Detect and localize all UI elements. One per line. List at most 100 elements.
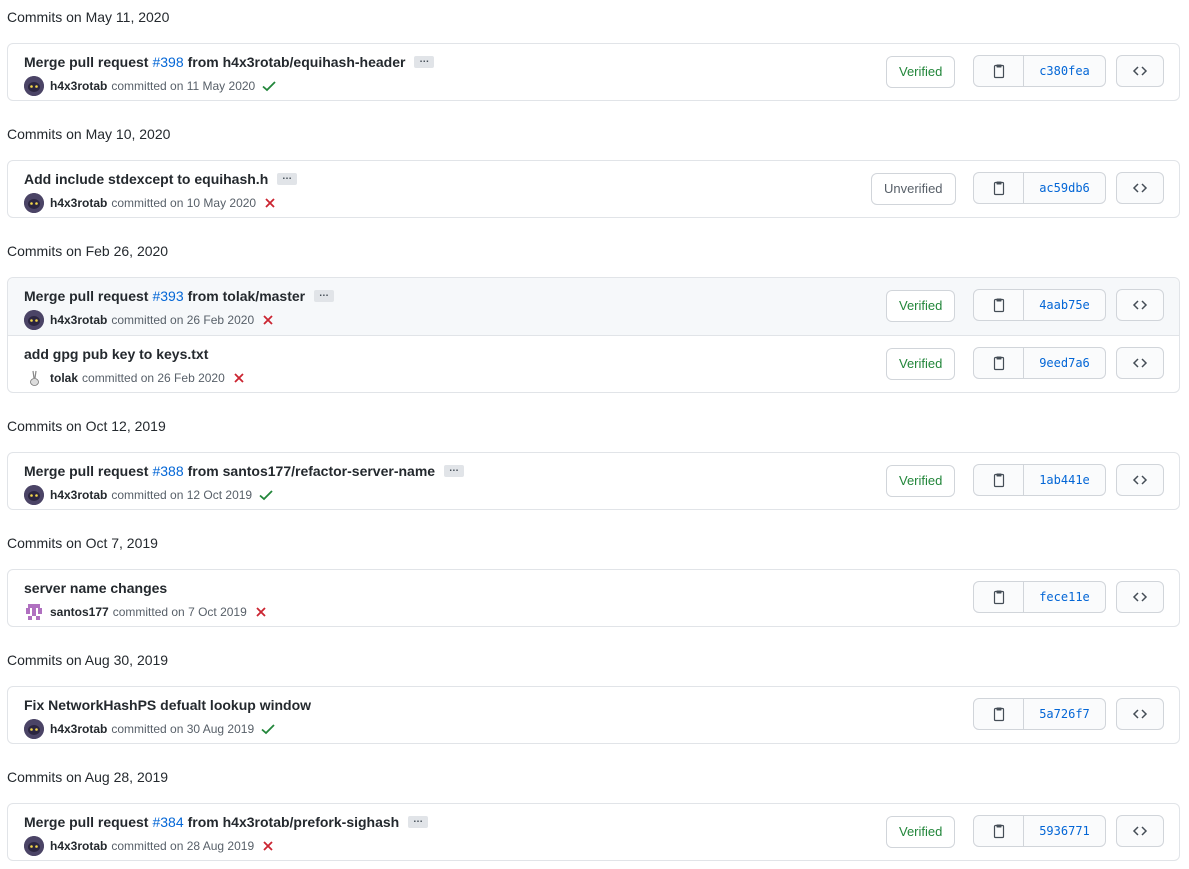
copy-sha-button[interactable]: [974, 816, 1024, 846]
commit-author-link[interactable]: h4x3rotab: [50, 77, 107, 95]
expand-description-button[interactable]: …: [414, 55, 435, 68]
commit-message: Merge pull request #384 from h4x3rotab/pre…: [24, 813, 429, 831]
copy-sha-button[interactable]: [974, 465, 1024, 495]
browse-repo-button[interactable]: [1116, 172, 1164, 204]
code-icon: [1132, 475, 1148, 485]
commit-sha-link[interactable]: fece11e: [1024, 582, 1105, 612]
verified-badge[interactable]: Verified: [886, 290, 956, 322]
commit-title-link[interactable]: add gpg pub key to keys.txt: [24, 345, 208, 363]
avatar[interactable]: [24, 485, 44, 505]
check-icon: [261, 724, 275, 735]
sha-button-group: c380fea: [973, 55, 1106, 87]
commit-list: Add include stdexcept to equihash.h … h4x3…: [7, 160, 1180, 218]
commit-title-link[interactable]: from tolak/master: [188, 287, 305, 305]
commit-sha-link[interactable]: 9eed7a6: [1024, 348, 1105, 378]
copy-sha-button[interactable]: [974, 290, 1024, 320]
commit-title-link[interactable]: from santos177/refactor-server-name: [188, 462, 435, 480]
octocat-avatar-icon: [24, 76, 44, 96]
commit-sha-link[interactable]: 1ab441e: [1024, 465, 1105, 495]
checks-failure[interactable]: [253, 604, 269, 620]
clipboard-icon: [993, 298, 1004, 313]
checks-success[interactable]: [261, 78, 277, 94]
unverified-badge[interactable]: Unverified: [871, 173, 956, 205]
identicon-avatar-icon: [24, 602, 44, 622]
commit-title-link[interactable]: Fix NetworkHashPS defualt lookup window: [24, 696, 311, 714]
avatar[interactable]: [24, 602, 44, 622]
commit-date: committed on 26 Feb 2020: [82, 371, 225, 385]
commit-title-link[interactable]: from h4x3rotab/prefork-sighash: [188, 813, 400, 831]
commit-author-link[interactable]: h4x3rotab: [50, 311, 107, 329]
checks-failure[interactable]: [260, 838, 276, 854]
commit-title-link[interactable]: Merge pull request: [24, 813, 148, 831]
commit-sha-link[interactable]: 5936771: [1024, 816, 1105, 846]
verified-badge[interactable]: Verified: [886, 816, 956, 848]
copy-sha-button[interactable]: [974, 582, 1024, 612]
commit-sha-link[interactable]: c380fea: [1024, 56, 1105, 86]
commit-author-link[interactable]: santos177: [50, 603, 109, 621]
commit-sha-link[interactable]: 4aab75e: [1024, 290, 1105, 320]
copy-sha-button[interactable]: [974, 699, 1024, 729]
commit-author-link[interactable]: h4x3rotab: [50, 720, 107, 738]
commit-list: Merge pull request #384 from h4x3rotab/pre…: [7, 803, 1180, 861]
commit-list: Merge pull request #388 from santos177/ref…: [7, 452, 1180, 510]
pull-request-link[interactable]: #393: [152, 287, 183, 305]
commit-sha-link[interactable]: 5a726f7: [1024, 699, 1105, 729]
code-icon: [1132, 592, 1148, 602]
verified-badge[interactable]: Verified: [886, 56, 956, 88]
octocat-avatar-icon: [24, 310, 44, 330]
avatar[interactable]: [24, 193, 44, 213]
checks-failure[interactable]: [262, 195, 278, 211]
browse-repo-button[interactable]: [1116, 55, 1164, 87]
pull-request-link[interactable]: #388: [152, 462, 183, 480]
commit-message: Merge pull request #398 from h4x3rotab/equ…: [24, 53, 435, 71]
browse-repo-button[interactable]: [1116, 464, 1164, 496]
checks-success[interactable]: [260, 721, 276, 737]
commit-sha-link[interactable]: ac59db6: [1024, 173, 1105, 203]
commit-title-link[interactable]: Merge pull request: [24, 53, 148, 71]
clipboard-icon: [993, 181, 1004, 196]
expand-description-button[interactable]: …: [408, 815, 429, 828]
copy-sha-button[interactable]: [974, 56, 1024, 86]
code-icon: [1132, 183, 1148, 193]
verified-badge[interactable]: Verified: [886, 348, 956, 380]
avatar[interactable]: [24, 76, 44, 96]
avatar[interactable]: [24, 368, 44, 388]
avatar[interactable]: [24, 310, 44, 330]
verified-badge[interactable]: Verified: [886, 465, 956, 497]
commit-author-link[interactable]: h4x3rotab: [50, 837, 107, 855]
date-group-header: Commits on May 11, 2020: [7, 9, 170, 25]
browse-repo-button[interactable]: [1116, 289, 1164, 321]
octocat-avatar-icon: [24, 485, 44, 505]
check-icon: [259, 490, 273, 501]
copy-sha-button[interactable]: [974, 348, 1024, 378]
copy-sha-button[interactable]: [974, 173, 1024, 203]
commit-row: Merge pull request #398 from h4x3rotab/equ…: [8, 44, 1179, 101]
date-group-header: Commits on Oct 7, 2019: [7, 535, 158, 551]
expand-description-button[interactable]: …: [277, 172, 298, 185]
x-icon: [263, 841, 273, 851]
checks-failure[interactable]: [231, 370, 247, 386]
commit-history: Commits on May 11, 2020 Merge pull reques…: [0, 0, 1189, 869]
avatar[interactable]: [24, 719, 44, 739]
commit-author-link[interactable]: h4x3rotab: [50, 194, 107, 212]
octocat-avatar-icon: [24, 836, 44, 856]
expand-description-button[interactable]: …: [444, 464, 465, 477]
commit-title-link[interactable]: server name changes: [24, 579, 167, 597]
browse-repo-button[interactable]: [1116, 698, 1164, 730]
commit-title-link[interactable]: Add include stdexcept to equihash.h: [24, 170, 268, 188]
browse-repo-button[interactable]: [1116, 581, 1164, 613]
commit-title-link[interactable]: from h4x3rotab/equihash-header: [188, 53, 406, 71]
pull-request-link[interactable]: #398: [152, 53, 183, 71]
commit-author-link[interactable]: tolak: [50, 369, 78, 387]
checks-failure[interactable]: [260, 312, 276, 328]
checks-success[interactable]: [258, 487, 274, 503]
commit-title-link[interactable]: Merge pull request: [24, 287, 148, 305]
browse-repo-button[interactable]: [1116, 815, 1164, 847]
expand-description-button[interactable]: …: [314, 289, 335, 302]
commit-author-link[interactable]: h4x3rotab: [50, 486, 107, 504]
commit-title-link[interactable]: Merge pull request: [24, 462, 148, 480]
browse-repo-button[interactable]: [1116, 347, 1164, 379]
pull-request-link[interactable]: #384: [152, 813, 183, 831]
avatar[interactable]: [24, 836, 44, 856]
commit-meta: h4x3rotab committed on 11 May 2020: [24, 76, 277, 96]
